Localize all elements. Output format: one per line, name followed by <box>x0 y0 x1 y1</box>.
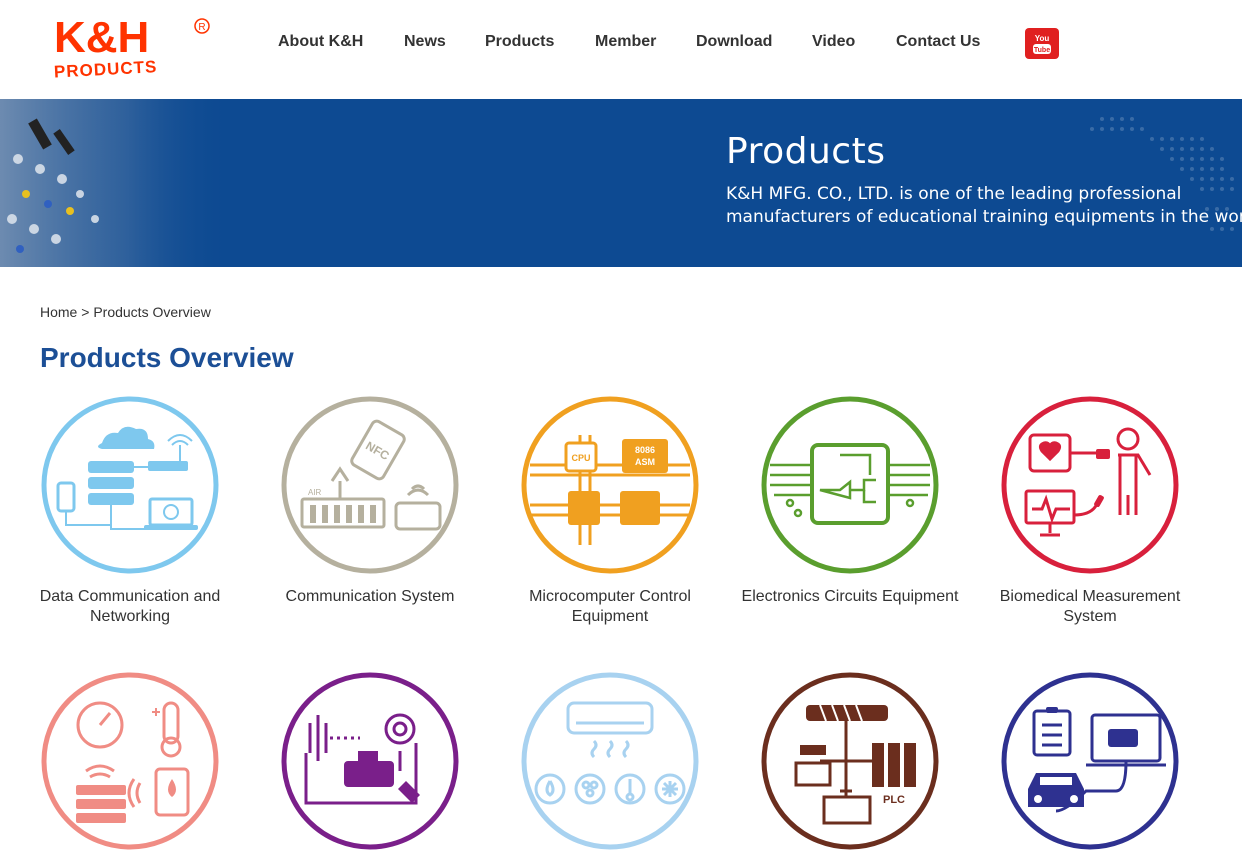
svg-text:ASM: ASM <box>635 457 655 467</box>
svg-text:AIR: AIR <box>308 488 322 497</box>
svg-text:PLC: PLC <box>883 794 905 806</box>
breadcrumb-separator: > <box>81 304 90 320</box>
product-biomedical[interactable]: Biomedical Measurement System <box>970 395 1210 627</box>
nfc-icon: NFC AIR <box>280 395 460 575</box>
svg-text:NFC: NFC <box>363 439 392 464</box>
biomedical-icon <box>1000 395 1180 575</box>
product-plc[interactable]: PLC <box>730 671 970 859</box>
product-sensor[interactable] <box>10 671 250 859</box>
banner-description: K&H MFG. CO., LTD. is one of the leading… <box>726 184 1242 227</box>
svg-text:8086: 8086 <box>635 445 655 455</box>
engine-icon <box>280 671 460 851</box>
product-label: Microcomputer Control Equipment <box>529 588 691 625</box>
breadcrumb-home-link[interactable]: Home <box>40 304 77 320</box>
product-engine[interactable] <box>250 671 490 859</box>
product-microcomputer[interactable]: CPU 8086 ASM Microcomputer Control Equip… <box>490 395 730 627</box>
svg-text:CPU: CPU <box>571 453 590 463</box>
sensor-icon <box>40 671 220 851</box>
banner-title: Products <box>726 131 886 172</box>
site-header: K&H PRODUCTS R About K&H News Products M… <box>0 0 1242 99</box>
nav-member[interactable]: Member <box>595 33 656 51</box>
plc-icon: PLC <box>760 671 940 851</box>
product-communication-system[interactable]: NFC AIR Communication System <box>250 395 490 607</box>
svg-text:R: R <box>198 22 205 33</box>
network-icon <box>40 395 220 575</box>
product-data-communication[interactable]: Data Communication and Networking <box>10 395 250 627</box>
circuit-icon <box>760 395 940 575</box>
nav-download[interactable]: Download <box>696 33 772 51</box>
nav-about[interactable]: About K&H <box>278 33 363 51</box>
nav-news[interactable]: News <box>404 33 446 51</box>
lab-equipment-photo <box>0 99 230 267</box>
page-title: Products Overview <box>40 342 294 373</box>
kh-products-logo[interactable]: K&H PRODUCTS R <box>52 10 212 82</box>
product-automotive-diagnostics[interactable] <box>970 671 1210 859</box>
logo-icon: K&H PRODUCTS R <box>54 13 210 82</box>
svg-text:You: You <box>1035 34 1050 43</box>
breadcrumb: Home > Products Overview <box>40 304 211 320</box>
svg-text:K&H: K&H <box>54 13 149 62</box>
product-label: Data Communication and Networking <box>39 588 221 625</box>
products-banner: Products K&H MFG. CO., LTD. is one of th… <box>0 99 1242 267</box>
product-label: Communication System <box>285 588 455 605</box>
nav-video[interactable]: Video <box>812 33 855 51</box>
air-conditioner-icon <box>520 671 700 851</box>
car-diagnostic-icon <box>1000 671 1180 851</box>
product-air-conditioning[interactable] <box>490 671 730 859</box>
cpu-icon: CPU 8086 ASM <box>520 395 700 575</box>
product-electronics-circuits[interactable]: Electronics Circuits Equipment <box>730 395 970 607</box>
youtube-button[interactable]: You Tube <box>1025 28 1059 59</box>
breadcrumb-current: Products Overview <box>93 304 211 320</box>
product-label: Biomedical Measurement System <box>999 588 1181 625</box>
nav-products[interactable]: Products <box>485 33 554 51</box>
svg-text:Tube: Tube <box>1034 47 1050 54</box>
youtube-icon: You Tube <box>1033 34 1051 54</box>
product-label: Electronics Circuits Equipment <box>741 588 959 605</box>
nav-contact[interactable]: Contact Us <box>896 33 980 51</box>
